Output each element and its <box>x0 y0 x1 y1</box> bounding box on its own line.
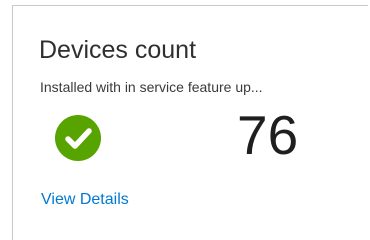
tile-title: Devices count <box>39 36 197 64</box>
view-details-link[interactable]: View Details <box>41 191 129 209</box>
checkmark-circle-icon <box>55 115 101 161</box>
devices-count-value: 76 <box>237 104 299 166</box>
tile-subtitle: Installed with in service feature up... <box>40 79 263 95</box>
devices-count-tile: Devices count Installed with in service … <box>12 5 368 240</box>
